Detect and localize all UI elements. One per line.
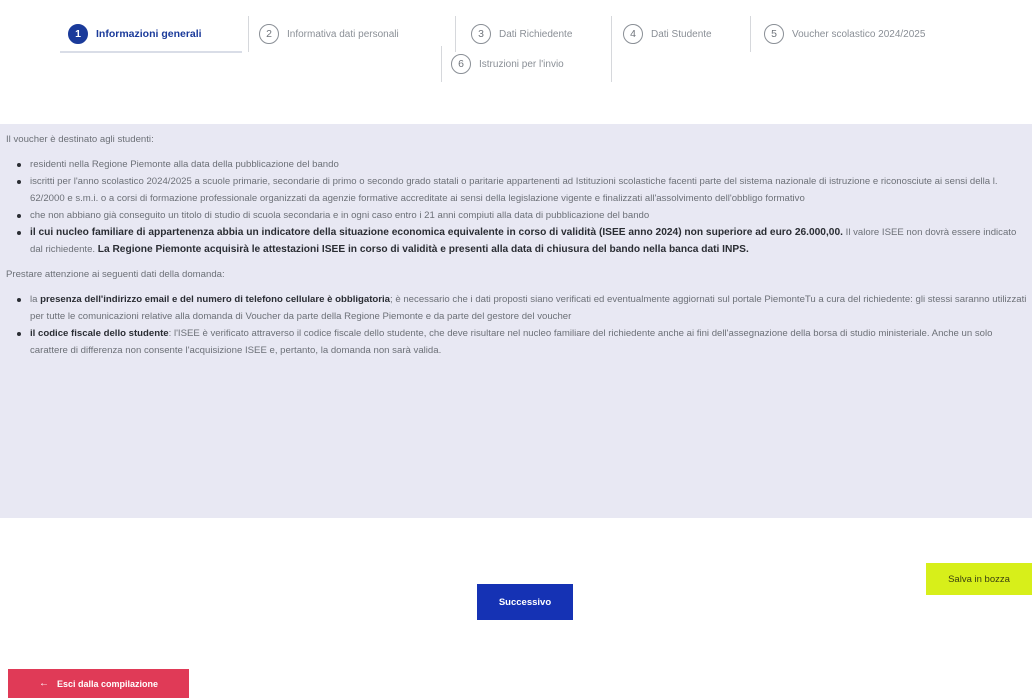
step-number-2: 2	[259, 24, 279, 44]
save-draft-button[interactable]: Salva in bozza	[926, 563, 1032, 595]
step-number-1: 1	[68, 24, 88, 44]
step-number-3: 3	[471, 24, 491, 44]
step-number-5: 5	[764, 24, 784, 44]
step-label: Informativa dati personali	[287, 28, 399, 40]
isee-requirement: il cui nucleo familiare di appartenenza …	[30, 227, 843, 238]
attention-text: Prestare attenzione ai seguenti dati del…	[6, 269, 225, 280]
contact-prefix: la	[30, 294, 41, 305]
eligibility-list: residenti nella Regione Piemonte alla da…	[6, 156, 1032, 258]
fiscal-code-details: : l'ISEE è verificato attraverso il codi…	[30, 328, 993, 356]
step-istruzioni-invio[interactable]: 6 Istruzioni per l'invio	[451, 46, 564, 82]
step-label: Istruzioni per l'invio	[479, 58, 564, 70]
contact-required: presenza dell'indirizzo email e del nume…	[40, 294, 391, 305]
step-label: Dati Richiedente	[499, 28, 573, 40]
step-dati-studente[interactable]: 4 Dati Studente	[623, 16, 712, 52]
list-item: residenti nella Regione Piemonte alla da…	[6, 156, 1032, 173]
step-label: Voucher scolastico 2024/2025	[792, 28, 926, 40]
step-label: Dati Studente	[651, 28, 712, 40]
isee-acquisition-note: La Regione Piemonte acquisirà le attesta…	[97, 244, 749, 255]
step-number-4: 4	[623, 24, 643, 44]
list-item: la presenza dell'indirizzo email e del n…	[6, 291, 1032, 325]
attention-list: la presenza dell'indirizzo email e del n…	[6, 291, 1032, 359]
step-label: Informazioni generali	[96, 28, 202, 40]
exit-button[interactable]: ← Esci dalla compilazione	[8, 669, 189, 698]
step-informazioni-generali[interactable]: 1 Informazioni generali	[68, 16, 202, 52]
arrow-left-icon: ←	[38, 678, 49, 689]
list-item: che non abbiano già conseguito un titolo…	[6, 207, 1032, 224]
intro-text: Il voucher è destinato agli studenti:	[6, 134, 154, 145]
active-step-underline	[60, 51, 242, 53]
step-voucher-scolastico[interactable]: 5 Voucher scolastico 2024/2025	[764, 16, 925, 52]
list-item: iscritti per l'anno scolastico 2024/2025…	[6, 173, 1032, 207]
step-informativa-dati-personali[interactable]: 2 Informativa dati personali	[259, 16, 399, 52]
list-item: il codice fiscale dello studente: l'ISEE…	[6, 325, 1032, 359]
fiscal-code-label: il codice fiscale dello studente	[30, 328, 169, 339]
exit-button-label: Esci dalla compilazione	[56, 678, 159, 689]
next-button[interactable]: Successivo	[477, 584, 573, 620]
step-divider	[750, 16, 751, 52]
wizard-stepper: 1 Informazioni generali 2 Informativa da…	[0, 0, 1032, 90]
list-item: il cui nucleo familiare di appartenenza …	[6, 224, 1032, 258]
info-panel: Il voucher è destinato agli studenti: re…	[0, 124, 1032, 518]
step-divider	[248, 16, 249, 52]
step-number-6: 6	[451, 54, 471, 74]
